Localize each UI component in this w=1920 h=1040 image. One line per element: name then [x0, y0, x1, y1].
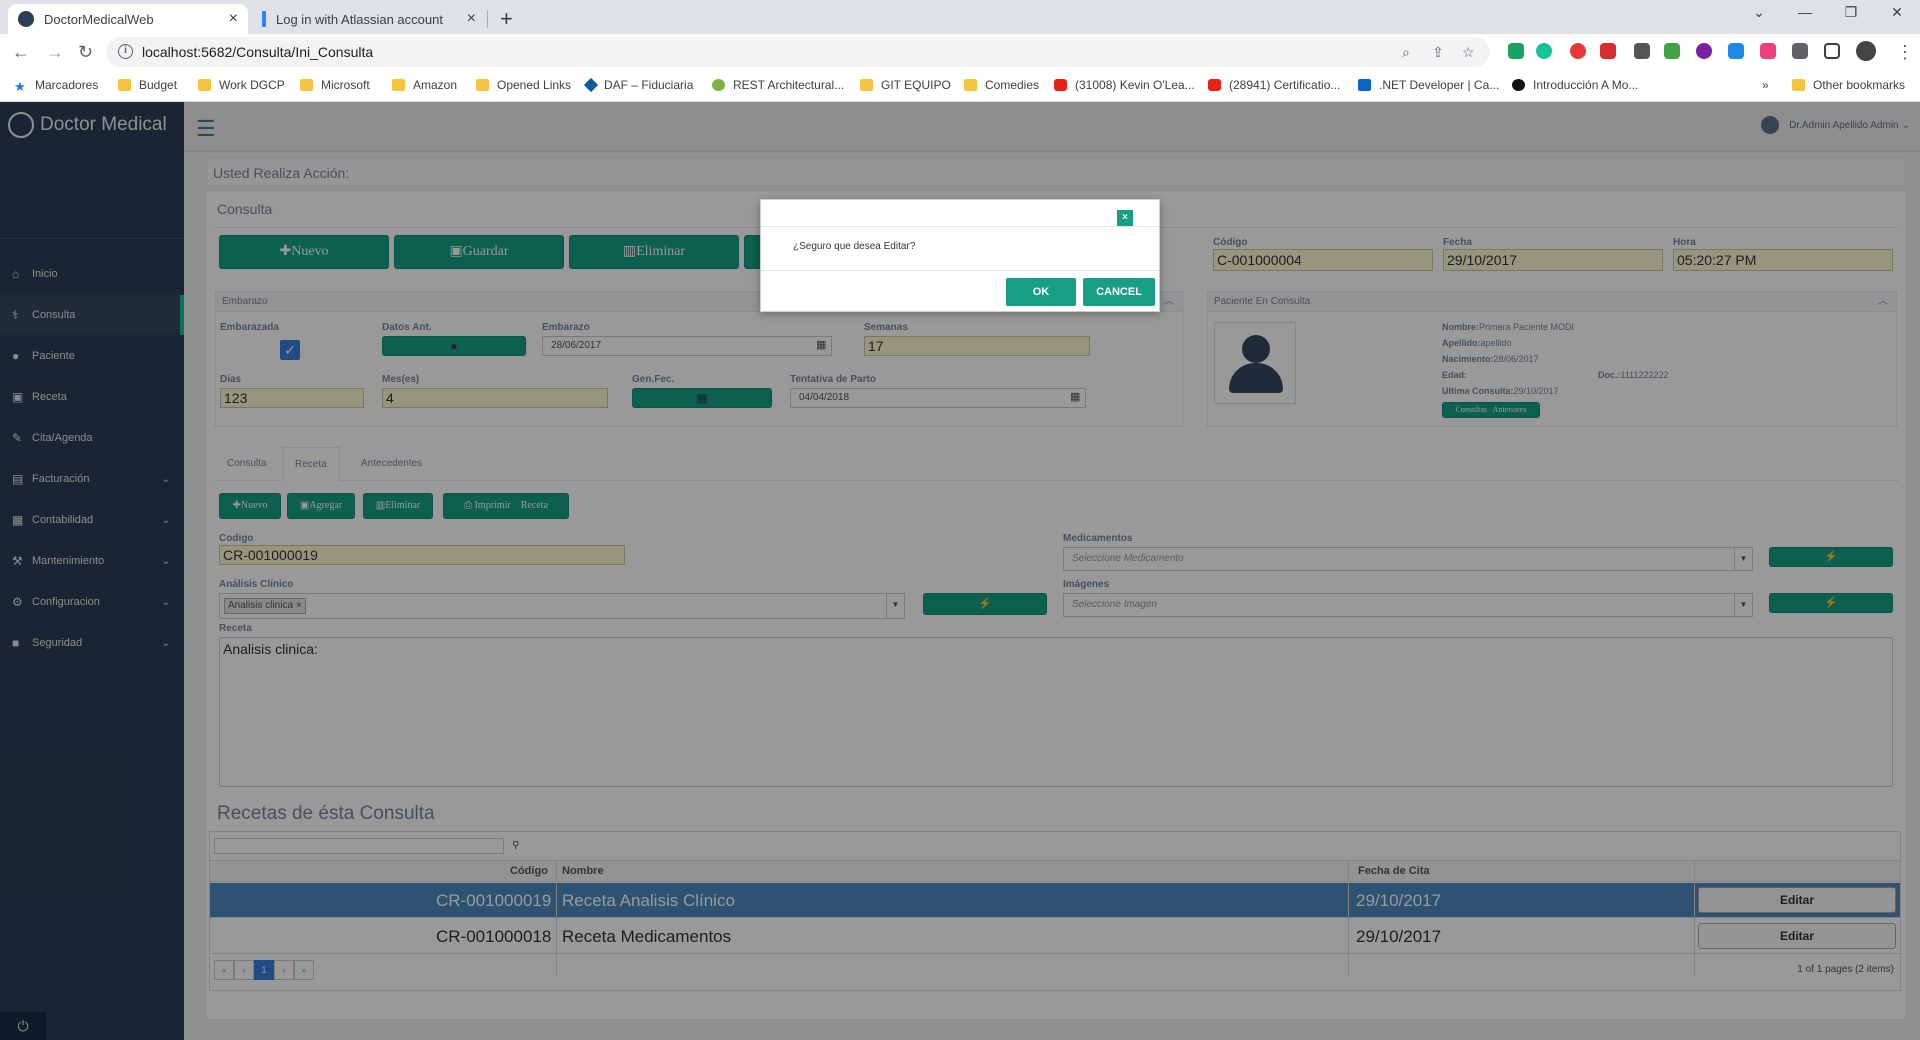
extension-crown-icon[interactable] — [1760, 43, 1776, 59]
bookmark-work-dgcp[interactable]: Work DGCP — [198, 78, 285, 92]
bookmark-comedies[interactable]: Comedies — [964, 78, 1039, 92]
browser-tab-active[interactable]: DoctorMedicalWeb × — [8, 4, 248, 34]
browser-tab[interactable]: Log in with Atlassian account × — [252, 4, 486, 34]
extension-red-icon[interactable] — [1600, 43, 1616, 59]
bookmark-other[interactable]: Other bookmarks — [1792, 78, 1905, 92]
bookmark-microsoft[interactable]: Microsoft — [300, 78, 370, 92]
extension-adblock-icon[interactable] — [1570, 43, 1586, 59]
tab-separator — [487, 10, 488, 28]
tab-close-icon[interactable]: × — [467, 10, 476, 28]
share-icon[interactable]: ⇪ — [1432, 44, 1444, 61]
bookmarks-more[interactable]: » — [1762, 78, 1769, 92]
folder-icon — [392, 79, 405, 91]
extension-grammarly-icon[interactable] — [1536, 43, 1552, 59]
extension-shield-icon[interactable] — [1508, 43, 1524, 59]
folder-icon — [198, 79, 211, 91]
browser-tabstrip: DoctorMedicalWeb × Log in with Atlassian… — [0, 0, 1920, 34]
close-window-icon[interactable]: ✕ — [1874, 4, 1920, 21]
sidepanel-icon[interactable] — [1824, 43, 1840, 59]
youtube-icon — [1054, 79, 1067, 91]
bookmark-rest[interactable]: REST Architectural... — [712, 78, 844, 92]
bookmark-budget[interactable]: Budget — [118, 78, 177, 92]
dialog-message: ¿Seguro que desea Editar? — [793, 241, 916, 252]
profile-avatar-icon[interactable] — [1856, 41, 1876, 61]
bookmark-amazon[interactable]: Amazon — [392, 78, 457, 92]
address-bar[interactable]: i localhost:5682/Consulta/Ini_Consulta ⌕… — [106, 37, 1490, 67]
extension-audio-icon[interactable] — [1634, 43, 1650, 59]
app-favicon-icon — [18, 11, 34, 27]
cancel-button[interactable]: CANCEL — [1083, 278, 1155, 306]
diamond-icon — [583, 77, 599, 93]
zoom-icon[interactable]: ⌕ — [1402, 44, 1410, 61]
extension-colorful-icon[interactable] — [1664, 43, 1680, 59]
tab-title: DoctorMedicalWeb — [44, 11, 154, 27]
tab-title: Log in with Atlassian account — [276, 11, 443, 27]
folder-icon — [476, 79, 489, 91]
bookmark-introduccion[interactable]: Introducción A Mo... — [1512, 78, 1638, 92]
folder-icon — [118, 79, 131, 91]
folder-icon — [860, 79, 873, 91]
bookmark-youtube-2[interactable]: (28941) Certificatio... — [1208, 78, 1340, 92]
star-icon[interactable]: ☆ — [1462, 44, 1475, 61]
site-info-icon[interactable]: i — [118, 44, 133, 59]
browser-toolbar: ← → ↻ i localhost:5682/Consulta/Ini_Cons… — [0, 34, 1920, 70]
leaf-icon — [1512, 79, 1525, 91]
chevron-down-icon[interactable]: ⌄ — [1736, 4, 1782, 21]
atlassian-favicon-icon — [262, 11, 266, 27]
menu-kebab-icon[interactable]: ⋮ — [1896, 42, 1914, 63]
restore-icon[interactable]: ❐ — [1828, 4, 1874, 21]
extension-drop-icon[interactable] — [1728, 43, 1744, 59]
back-icon[interactable]: ← — [12, 42, 30, 63]
divider — [761, 226, 1159, 227]
close-icon[interactable]: × — [1117, 210, 1133, 226]
extensions-puzzle-icon[interactable] — [1792, 43, 1808, 59]
folder-icon — [300, 79, 313, 91]
extension-purple-icon[interactable] — [1696, 43, 1712, 59]
star-icon: ★ — [14, 79, 26, 94]
folder-icon — [964, 79, 977, 91]
url-text: localhost:5682/Consulta/Ini_Consulta — [142, 44, 374, 60]
forward-icon[interactable]: → — [46, 42, 64, 63]
bookmark-git-equipo[interactable]: GIT EQUIPO — [860, 78, 951, 92]
bookmark-youtube-1[interactable]: (31008) Kevin O'Lea... — [1054, 78, 1195, 92]
tab-close-icon[interactable]: × — [229, 10, 238, 28]
bookmark-opened-links[interactable]: Opened Links — [476, 78, 571, 92]
bookmark-linkedin[interactable]: .NET Developer | Ca... — [1358, 78, 1499, 92]
minimize-icon[interactable]: — — [1782, 4, 1828, 20]
reload-icon[interactable]: ↻ — [78, 42, 93, 63]
confirm-dialog: × ¿Seguro que desea Editar? OK CANCEL — [760, 199, 1160, 312]
bookmarks-bar: ★ Marcadores Budget Work DGCP Microsoft A… — [0, 70, 1920, 102]
bookmark-daf[interactable]: DAF – Fiduciaria — [583, 77, 693, 93]
rest-icon — [712, 79, 725, 91]
folder-icon — [1792, 79, 1805, 91]
new-tab-icon[interactable]: + — [500, 6, 513, 32]
bookmark-marcadores[interactable]: ★ Marcadores — [14, 78, 98, 94]
divider — [761, 270, 1159, 271]
youtube-icon — [1208, 79, 1221, 91]
linkedin-icon — [1358, 79, 1371, 91]
ok-button[interactable]: OK — [1006, 278, 1076, 306]
